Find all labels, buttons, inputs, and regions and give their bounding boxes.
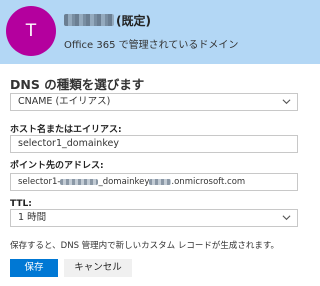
ttl-label: TTL: (10, 199, 32, 209)
save-button[interactable]: 保存 (10, 259, 58, 277)
redacted-domain-name (64, 14, 114, 26)
domain-header: T (既定) Office 365 で管理されているドメイン (0, 0, 320, 64)
dns-type-select[interactable]: CNAME (エイリアス) (10, 93, 298, 111)
dns-type-value: CNAME (エイリアス) (18, 96, 111, 107)
target-input[interactable]: selector1- _domainkey .onmicrosoft.com (10, 173, 298, 191)
ttl-select[interactable]: 1 時間 (10, 209, 298, 227)
domain-title: (既定) (64, 11, 151, 29)
host-input[interactable]: selector1_domainkey (10, 135, 298, 153)
target-middle: _domainkey (98, 177, 150, 187)
target-suffix: .onmicrosoft.com (171, 177, 246, 187)
chevron-down-icon (282, 99, 291, 105)
domain-avatar: T (6, 6, 56, 56)
chevron-down-icon (282, 215, 291, 221)
target-label: ポイント先のアドレス: (10, 161, 104, 171)
host-value: selector1_domainkey (18, 138, 119, 149)
cancel-button[interactable]: キャンセル (64, 259, 132, 277)
domain-default-label: (既定) (116, 13, 151, 28)
info-text: 保存すると、DNS 管理内で新しいカスタム レコードが生成されます。 (10, 241, 280, 251)
domain-description: Office 365 で管理されているドメイン (64, 40, 239, 51)
section-title: DNS の種類を選びます (10, 77, 145, 92)
ttl-value: 1 時間 (18, 212, 47, 223)
redacted-tenant-name (149, 178, 172, 185)
redacted-target-part (60, 178, 99, 185)
host-label: ホスト名またはエイリアス: (10, 125, 122, 135)
target-prefix: selector1- (18, 177, 61, 187)
